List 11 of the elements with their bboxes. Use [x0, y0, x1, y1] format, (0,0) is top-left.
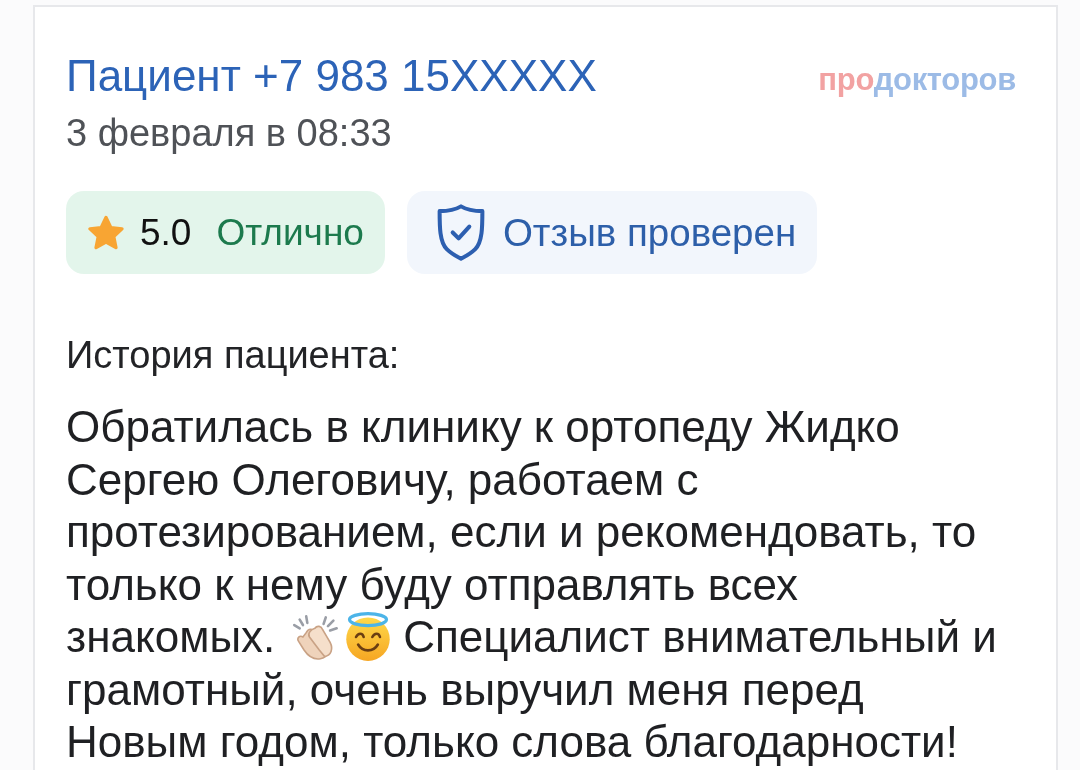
rating-label: Отлично: [216, 211, 364, 254]
review-text: Специалист внимательный и: [403, 611, 997, 663]
star-icon: [88, 215, 124, 250]
review-text: грамотный, очень выручил меня перед Новым годом, только слова благодарности!: [66, 663, 959, 768]
rating-value: 5.0: [140, 211, 192, 254]
patient-title: Пациент +7 983 15XXXXX: [66, 51, 597, 101]
story-heading: История пациента:: [66, 333, 401, 377]
review-date: 3 февраля в 08:33: [66, 111, 393, 155]
brand-logo: продокторов: [818, 63, 1016, 97]
verified-label: Отзыв проверен: [502, 210, 797, 255]
review-text: знакомых.: [66, 611, 276, 663]
